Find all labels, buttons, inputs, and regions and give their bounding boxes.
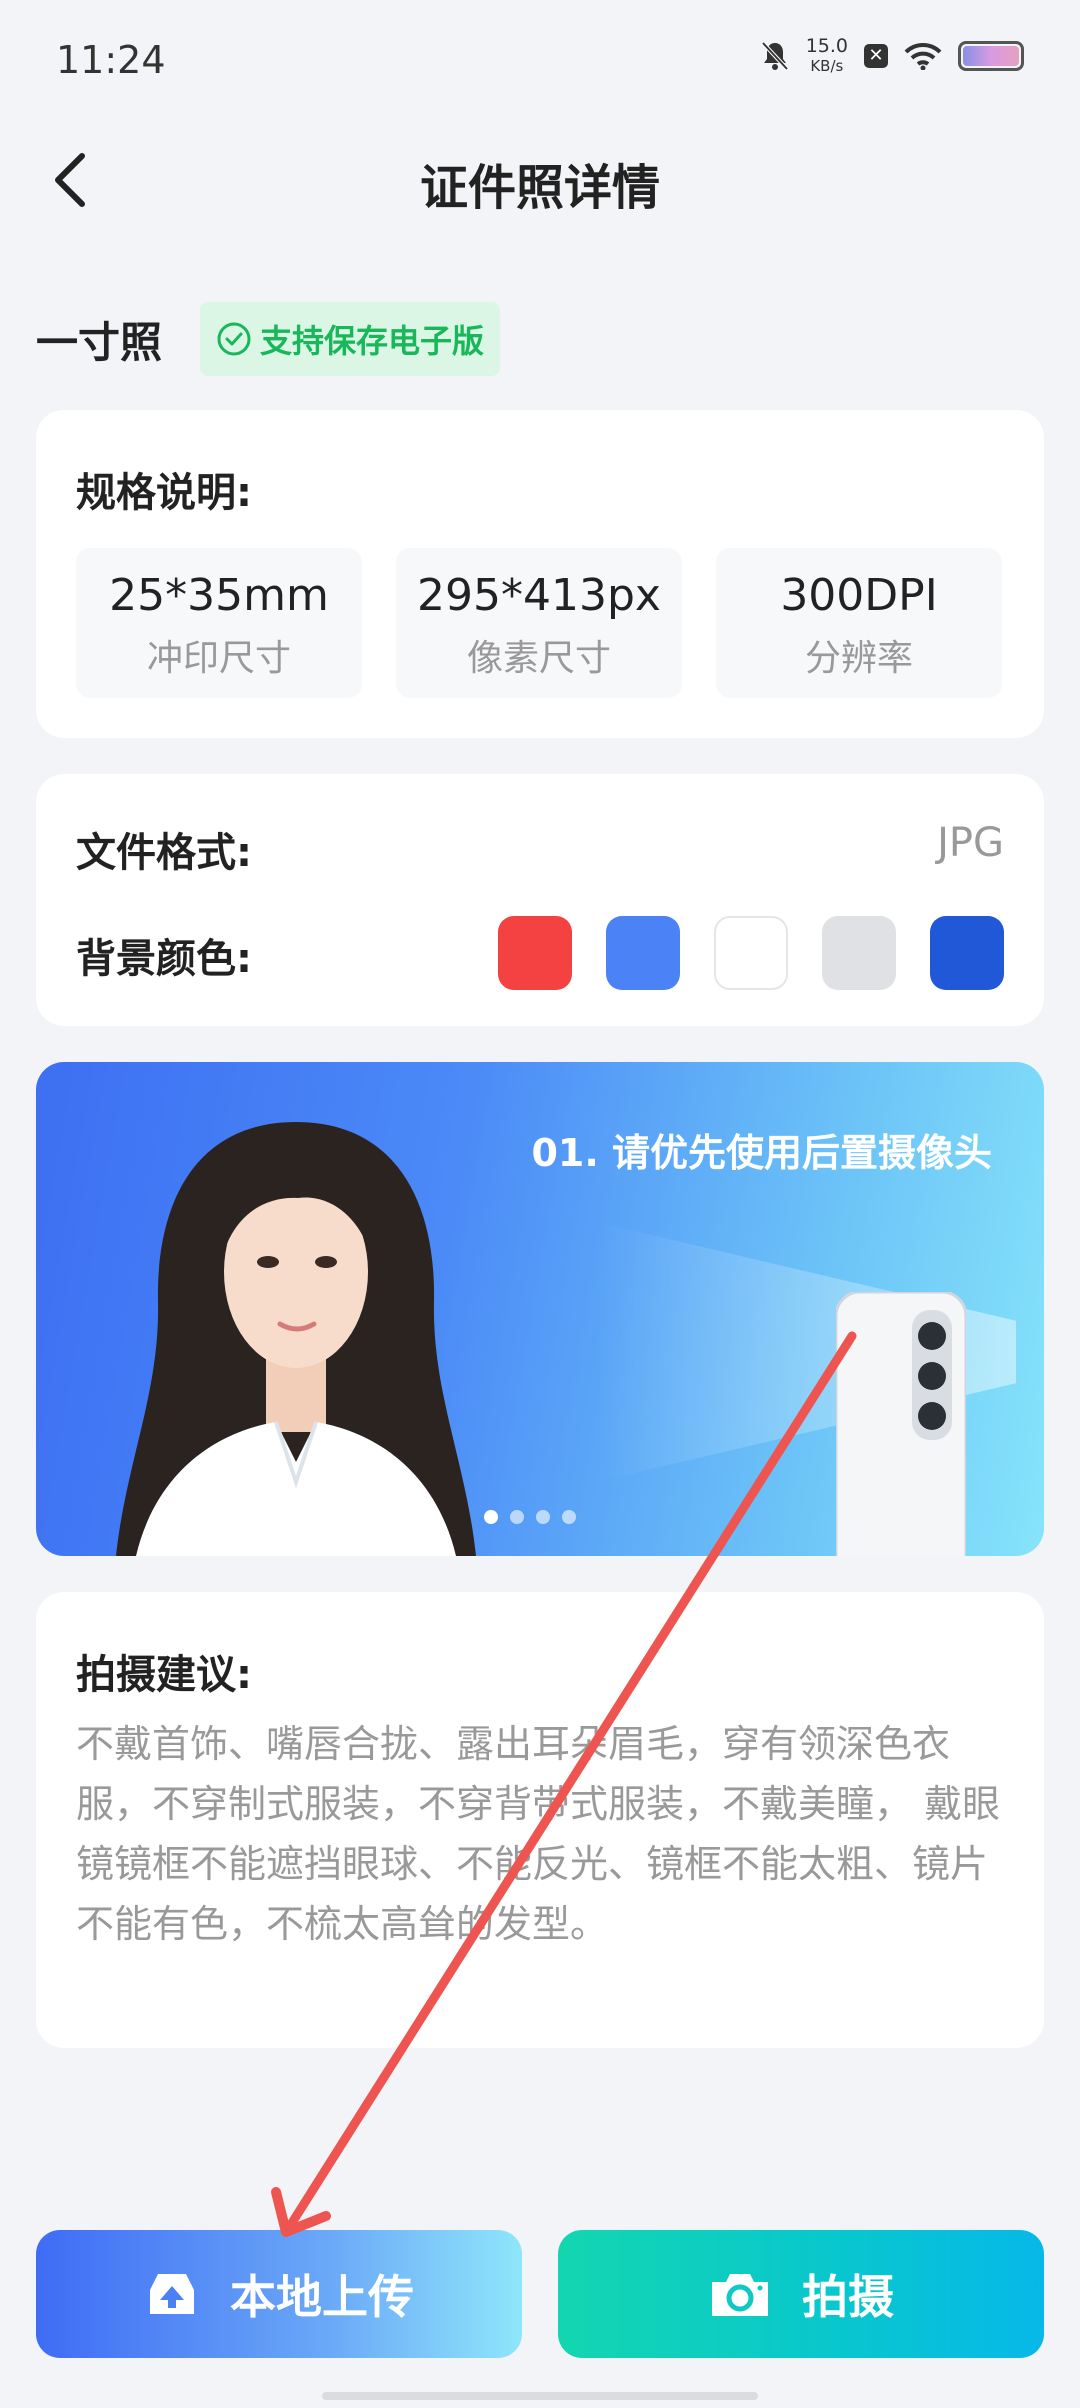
check-circle-icon: [217, 322, 251, 356]
background-color-swatches: [498, 916, 1004, 990]
color-swatch-blue[interactable]: [606, 916, 680, 990]
save-electronic-badge: 支持保存电子版: [200, 302, 501, 376]
spec-resolution: 300DPI 分辨率: [716, 548, 1002, 698]
model-portrait-image: [116, 1122, 476, 1556]
home-indicator[interactable]: [322, 2392, 758, 2400]
status-bar: 11:24 15.0 KB/s ✕: [0, 0, 1080, 120]
spec-value: 25*35mm: [109, 570, 329, 621]
spec-label: 像素尺寸: [466, 638, 611, 679]
file-format-value: JPG: [937, 820, 1004, 866]
background-color-label: 背景颜色:: [76, 936, 252, 982]
color-swatch-red[interactable]: [498, 916, 572, 990]
shoot-label: 拍摄: [802, 2270, 894, 2324]
banner-caption: 01. 请优先使用后置摄像头: [531, 1131, 992, 1175]
network-speed-unit: KB/s: [810, 57, 844, 75]
spec-print-size: 25*35mm 冲印尺寸: [76, 548, 362, 698]
bell-muted-icon: [760, 40, 790, 72]
spec-cells: 25*35mm 冲印尺寸 295*413px 像素尺寸 300DPI 分辨率: [76, 548, 1002, 698]
carousel-dot[interactable]: [484, 1510, 498, 1524]
spec-pixel-size: 295*413px 像素尺寸: [396, 548, 682, 698]
spec-value: 300DPI: [780, 570, 938, 621]
wifi-icon: [904, 42, 942, 70]
network-speed-value: 15.0: [805, 35, 848, 57]
carousel-dot[interactable]: [536, 1510, 550, 1524]
spec-card: 规格说明: 25*35mm 冲印尺寸 295*413px 像素尺寸 300DPI…: [36, 410, 1044, 738]
local-upload-button[interactable]: 本地上传: [36, 2230, 522, 2358]
status-time: 11:24: [56, 38, 166, 82]
badge-label: 支持保存电子版: [260, 322, 485, 360]
color-swatch-dark-blue[interactable]: [930, 916, 1004, 990]
camera-icon: [712, 2274, 768, 2316]
network-speed: 15.0 KB/s: [806, 36, 848, 76]
upload-label: 本地上传: [230, 2270, 414, 2324]
take-photo-button[interactable]: 拍摄: [558, 2230, 1044, 2358]
header: 证件照详情: [0, 120, 1080, 240]
carousel-dot[interactable]: [562, 1510, 576, 1524]
spec-label: 冲印尺寸: [146, 638, 291, 679]
phone-rear-camera-image: [836, 1292, 966, 1556]
no-sim-icon: ✕: [864, 44, 888, 68]
upload-box-icon: [150, 2274, 194, 2314]
format-card: 文件格式: JPG 背景颜色:: [36, 774, 1044, 1026]
spec-value: 295*413px: [417, 570, 661, 621]
color-swatch-gray[interactable]: [822, 916, 896, 990]
spec-heading: 规格说明:: [76, 470, 252, 516]
carousel-dot[interactable]: [510, 1510, 524, 1524]
color-swatch-white[interactable]: [714, 916, 788, 990]
battery-icon: [958, 41, 1024, 71]
spec-label: 分辨率: [804, 638, 913, 679]
carousel-indicator: [484, 1510, 576, 1524]
photo-size-row: 一寸照 支持保存电子版: [36, 302, 501, 376]
photo-size-name: 一寸照: [36, 317, 163, 367]
tips-heading: 拍摄建议:: [76, 1652, 252, 1698]
tip-banner[interactable]: 01. 请优先使用后置摄像头: [36, 1062, 1044, 1556]
page-title: 证件照详情: [419, 160, 660, 216]
file-format-label: 文件格式:: [76, 830, 252, 876]
tips-text: 不戴首饰、嘴唇合拢、露出耳朵眉毛，穿有领深色衣服，不穿制式服装，不穿背带式服装，…: [76, 1722, 1001, 1946]
status-icons: 15.0 KB/s ✕: [760, 36, 1024, 76]
shooting-tips-card: 拍摄建议: 不戴首饰、嘴唇合拢、露出耳朵眉毛，穿有领深色衣服，不穿制式服装，不穿…: [36, 1592, 1044, 2048]
